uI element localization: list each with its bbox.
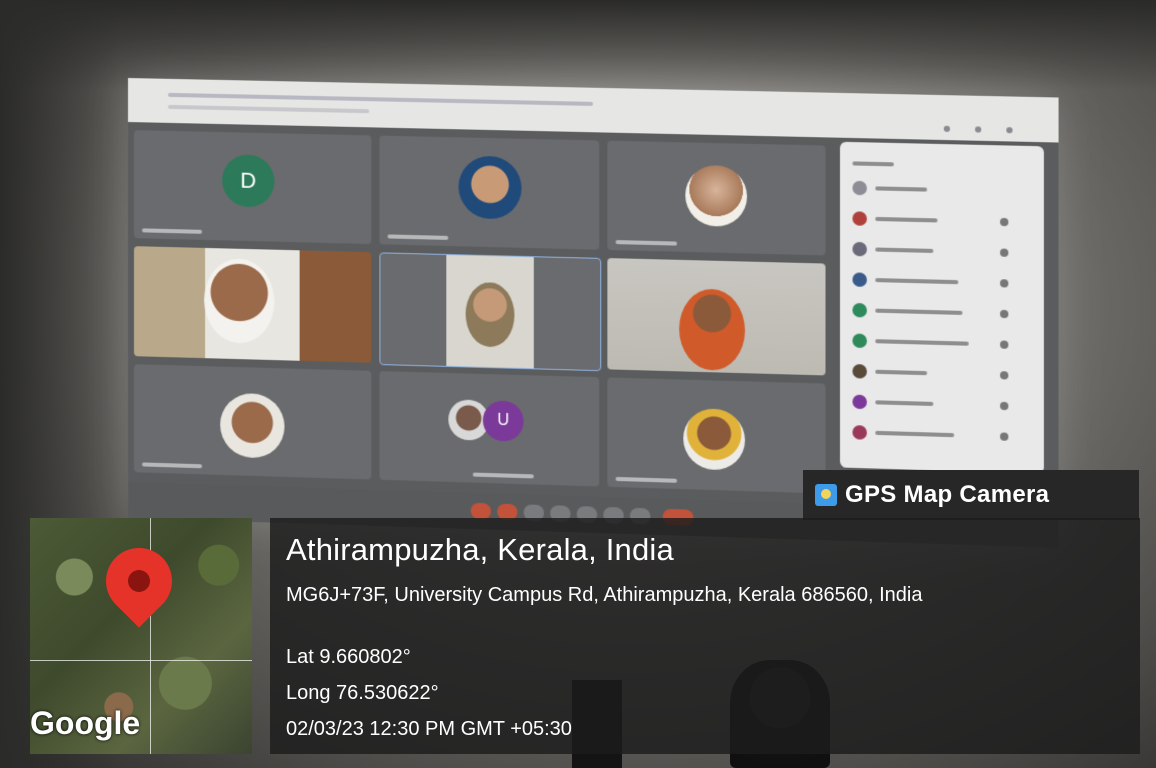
mic-icon (1000, 401, 1009, 411)
mic-icon (1000, 371, 1009, 380)
avatar (220, 392, 285, 459)
participant-video (607, 258, 826, 376)
person-name (875, 339, 969, 346)
location-pin-icon (92, 534, 186, 628)
person-avatar (852, 302, 867, 318)
longitude: Long 76.530622° (286, 682, 439, 704)
avatar (683, 407, 745, 471)
participant-tile (379, 135, 600, 250)
participant-name (387, 234, 449, 240)
gps-map-camera-logo-icon (815, 484, 837, 506)
mic-icon (1000, 248, 1009, 257)
gps-map-camera-badge: GPS Map Camera (803, 470, 1139, 520)
person-row (852, 394, 1029, 414)
latitude: Lat 9.660802° (286, 646, 411, 668)
participant-tile (607, 140, 826, 256)
person-row (852, 302, 1029, 322)
vignette (0, 0, 1156, 90)
browser-icon (943, 125, 951, 132)
person-name (875, 247, 934, 253)
person-name (875, 308, 963, 315)
datetime: 02/03/23 12:30 PM GMT +05:30 (286, 718, 572, 740)
mic-icon (1000, 217, 1009, 227)
gps-badge-title: GPS Map Camera (845, 481, 1050, 508)
person-row (852, 211, 1029, 230)
mic-icon (1000, 279, 1009, 288)
participant-tile (607, 377, 826, 494)
avatar: D (222, 154, 275, 208)
participant-face (679, 288, 745, 372)
person-name (875, 369, 928, 376)
participant-name (141, 462, 203, 469)
map-gridline (30, 660, 252, 661)
participant-name (615, 240, 678, 246)
person-avatar (852, 211, 867, 226)
person-avatar (852, 272, 867, 287)
person-row (852, 425, 1029, 444)
person-name (875, 186, 928, 192)
participant-tile: U (379, 371, 600, 487)
photo: D U GPS Map Camera Google Athirampuzha, … (0, 0, 1156, 768)
address-bar (168, 104, 370, 114)
browser-icon (1006, 127, 1013, 134)
participant-name (141, 228, 203, 234)
participant-video (379, 252, 602, 372)
panel-title-text (852, 161, 894, 167)
person-row (852, 363, 1029, 383)
person-avatar (852, 333, 867, 349)
person-row (852, 272, 1029, 291)
person-row (852, 180, 1029, 199)
mic-icon (1000, 432, 1009, 441)
avatar (685, 164, 748, 228)
person-avatar (852, 241, 867, 257)
tab-strip (168, 92, 594, 106)
browser-icon (975, 126, 982, 133)
place-name: Athirampuzha, Kerala, India (286, 532, 674, 567)
map-provider-logo: Google (30, 705, 141, 741)
person-name (875, 278, 959, 285)
person-name (875, 216, 938, 223)
avatar-letter: U (497, 411, 510, 430)
person-name (875, 400, 934, 407)
mic-icon (1000, 340, 1009, 349)
panel-title (852, 156, 1029, 174)
map-thumbnail: Google (30, 518, 252, 754)
mic-button (470, 502, 492, 520)
participant-face (204, 257, 275, 345)
participant-name (615, 476, 678, 483)
person-avatar (852, 425, 867, 440)
address: MG6J+73F, University Campus Rd, Athiramp… (286, 584, 923, 606)
avatar: U (482, 400, 524, 442)
participant-tile: D (133, 130, 372, 245)
participant-face (465, 281, 515, 348)
people-panel (839, 141, 1044, 474)
person-avatar (852, 363, 867, 379)
participant-tile (133, 364, 372, 480)
person-row (852, 333, 1029, 352)
location-info-panel: Athirampuzha, Kerala, India MG6J+73F, Un… (270, 518, 1140, 754)
avatar-letter: D (240, 167, 257, 194)
avatar (458, 155, 522, 220)
person-avatar (852, 180, 867, 196)
person-row (852, 241, 1029, 261)
mic-icon (1000, 309, 1009, 319)
participant-name (472, 472, 534, 479)
person-avatar (852, 394, 867, 410)
person-name (875, 430, 955, 438)
participant-video (133, 246, 372, 363)
